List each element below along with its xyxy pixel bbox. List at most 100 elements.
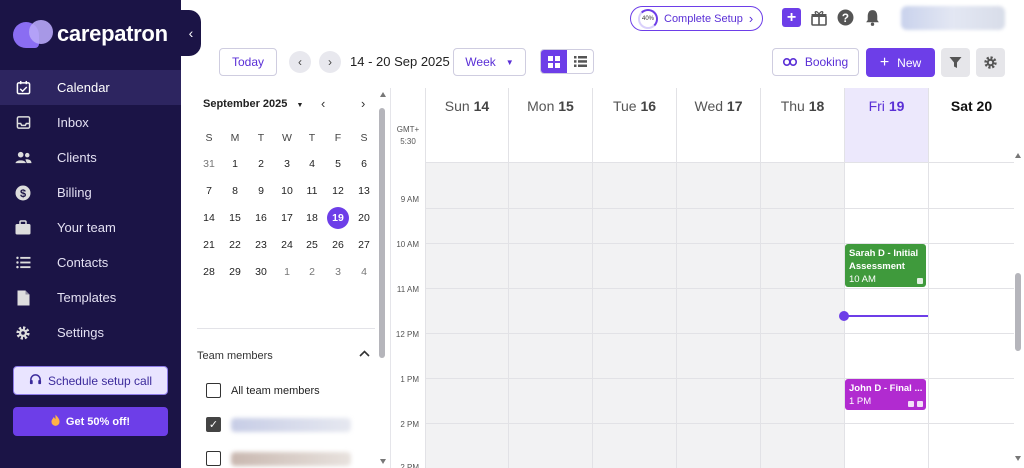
new-button[interactable]: + New [866, 48, 935, 77]
plus-icon[interactable]: + [782, 8, 801, 27]
mini-calendar-next-button[interactable]: › [361, 96, 365, 111]
link-icon [782, 55, 797, 69]
bell-icon[interactable] [863, 8, 882, 27]
hour-line [425, 423, 1014, 424]
hour-line [425, 288, 1014, 289]
mini-calendar-day[interactable]: 18 [301, 207, 323, 229]
chevron-up-icon[interactable] [359, 346, 370, 360]
mini-calendar-day[interactable]: 8 [224, 180, 246, 202]
calendar-scrollbar[interactable] [1014, 88, 1022, 468]
mini-calendar-day[interactable]: 5 [327, 153, 349, 175]
sidebar-item-contacts[interactable]: Contacts [0, 245, 181, 280]
day-header-sat[interactable]: Sat 20 [928, 88, 1014, 163]
mini-calendar-day[interactable]: 31 [198, 153, 220, 175]
mini-calendar-day[interactable]: 11 [301, 180, 323, 202]
complete-setup-button[interactable]: 40% Complete Setup › [630, 6, 763, 31]
mini-calendar-day[interactable]: 7 [198, 180, 220, 202]
mini-calendar-day[interactable]: 12 [327, 180, 349, 202]
day-header-mon[interactable]: Mon 15 [508, 88, 592, 163]
mini-calendar-day[interactable]: 1 [224, 153, 246, 175]
mini-calendar-day[interactable]: 23 [250, 234, 272, 256]
mini-calendar-prev-button[interactable]: ‹ [321, 96, 325, 111]
sidebar-item-settings[interactable]: Settings [0, 315, 181, 350]
help-icon[interactable]: ? [836, 8, 855, 27]
sidebar-item-templates[interactable]: Templates [0, 280, 181, 315]
mini-calendar-month[interactable]: September 2025 ▼ [203, 98, 303, 110]
mini-calendar-day[interactable]: 15 [224, 207, 246, 229]
collapse-sidebar-button[interactable]: ‹ [181, 10, 201, 56]
mini-calendar-day[interactable]: 20 [353, 207, 375, 229]
settings-button[interactable] [976, 48, 1005, 77]
day-header-thu[interactable]: Thu 18 [760, 88, 844, 163]
logo[interactable]: carepatron [13, 20, 168, 48]
mini-calendar-day[interactable]: 22 [224, 234, 246, 256]
mini-calendar-day[interactable]: 14 [198, 207, 220, 229]
calendar-event[interactable]: Sarah D - Initial Assessment 10 AM [845, 244, 926, 287]
week-calendar: GMT+ 5:30 Sun 14 Mon 15 Tue 16 Wed 17 Th… [391, 88, 1024, 468]
day-header-tue[interactable]: Tue 16 [592, 88, 676, 163]
sidebar-item-label: Settings [57, 325, 104, 340]
user-profile[interactable] [901, 6, 1005, 30]
calendar-event[interactable]: John D - Final ... 1 PM [845, 379, 926, 410]
mini-calendar-day[interactable]: 19 [327, 207, 349, 229]
booking-button[interactable]: Booking [772, 48, 859, 76]
caret-down-icon: ▼ [296, 102, 304, 109]
list-view-button[interactable] [567, 50, 593, 73]
day-number: 14 [473, 98, 490, 114]
schedule-setup-call-button[interactable]: Schedule setup call [13, 366, 168, 395]
sidebar-item-clients[interactable]: Clients [0, 140, 181, 175]
discount-button[interactable]: Get 50% off! [13, 407, 168, 436]
sidebar-item-calendar[interactable]: Calendar [0, 70, 181, 105]
mini-calendar-day[interactable]: 30 [250, 261, 272, 283]
mini-calendar-day[interactable]: 1 [276, 261, 298, 283]
mini-calendar-day[interactable]: 4 [301, 153, 323, 175]
headset-icon [29, 373, 42, 389]
mini-calendar-day[interactable]: 24 [276, 234, 298, 256]
mini-calendar-day[interactable]: 26 [327, 234, 349, 256]
filter-button[interactable] [941, 48, 970, 77]
month-label: September 2025 [203, 98, 288, 110]
day-header-sun[interactable]: Sun 14 [425, 88, 508, 163]
day-header-fri[interactable]: Fri 19 [844, 88, 928, 163]
sidebar-item-inbox[interactable]: Inbox [0, 105, 181, 140]
next-week-button[interactable]: › [319, 51, 341, 73]
mini-calendar-day[interactable]: 3 [276, 153, 298, 175]
day-header-wed[interactable]: Wed 17 [676, 88, 760, 163]
mini-calendar-day[interactable]: 27 [353, 234, 375, 256]
grid-view-button[interactable] [541, 50, 567, 73]
mini-calendar-day[interactable]: 10 [276, 180, 298, 202]
chevron-right-icon: › [748, 11, 754, 26]
mini-calendar-day[interactable]: 9 [250, 180, 272, 202]
today-button[interactable]: Today [219, 48, 277, 76]
mini-calendar-day[interactable]: 17 [276, 207, 298, 229]
mini-calendar-day[interactable]: 2 [301, 261, 323, 283]
chevron-right-icon: › [328, 55, 332, 69]
sidebar-item-billing[interactable]: $ Billing [0, 175, 181, 210]
sidebar-item-your-team[interactable]: Your team [0, 210, 181, 245]
mini-calendar-day[interactable]: 6 [353, 153, 375, 175]
mini-calendar-day[interactable]: 4 [353, 261, 375, 283]
mini-calendar-day[interactable]: 21 [198, 234, 220, 256]
gift-icon[interactable] [809, 8, 828, 27]
day-number: 16 [640, 98, 657, 114]
event-time: 10 AM [849, 274, 876, 285]
mini-calendar-day[interactable]: 28 [198, 261, 220, 283]
prev-week-button[interactable]: ‹ [289, 51, 311, 73]
top-icons: + ? [782, 8, 882, 27]
mini-calendar-day[interactable]: 25 [301, 234, 323, 256]
mini-calendar-day[interactable]: 16 [250, 207, 272, 229]
mini-calendar-day[interactable]: 13 [353, 180, 375, 202]
mini-calendar-panel: September 2025 ▼ ‹ › S M T W T F S 31 1 2 3… [181, 88, 391, 468]
all-team-members-checkbox[interactable]: All team members [206, 383, 320, 398]
weekday-label: S [360, 132, 368, 144]
view-select[interactable]: Week ▼ [453, 48, 526, 76]
team-member-checkbox[interactable] [206, 451, 351, 466]
mini-calendar-day[interactable]: 2 [250, 153, 272, 175]
panel-scrollbar[interactable] [379, 92, 386, 464]
hour-line [425, 333, 1014, 334]
team-member-checkbox[interactable]: ✓ [206, 417, 351, 432]
mini-calendar-day[interactable]: 3 [327, 261, 349, 283]
date-range: 14 - 20 Sep 2025 [350, 54, 450, 69]
today-label: Today [231, 55, 265, 69]
mini-calendar-day[interactable]: 29 [224, 261, 246, 283]
